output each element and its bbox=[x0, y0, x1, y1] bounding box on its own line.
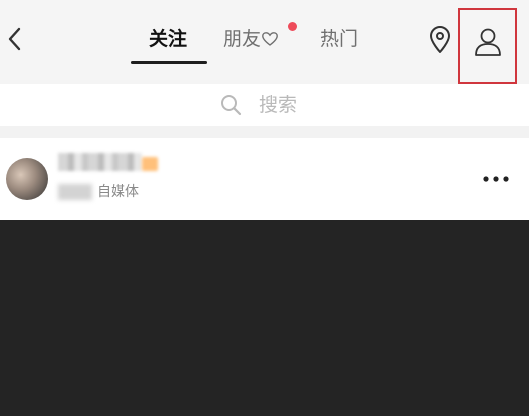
more-options-icon[interactable] bbox=[482, 176, 510, 182]
tab-follow-label: 关注 bbox=[149, 28, 188, 50]
notification-dot bbox=[288, 22, 297, 31]
person-icon[interactable] bbox=[474, 27, 502, 57]
profile-button-highlight[interactable] bbox=[458, 8, 517, 84]
post-subtitle: 自媒体 bbox=[97, 184, 139, 200]
tab-friends[interactable]: 朋友 bbox=[223, 27, 278, 51]
top-nav-bar: 关注 朋友 热门 bbox=[0, 0, 529, 84]
tab-hot[interactable]: 热门 bbox=[320, 27, 358, 51]
active-tab-underline bbox=[131, 61, 207, 64]
tab-follow[interactable]: 关注 bbox=[149, 27, 187, 51]
location-pin-icon[interactable] bbox=[428, 26, 452, 54]
search-placeholder[interactable]: 搜索 bbox=[259, 92, 297, 118]
search-icon bbox=[221, 95, 242, 116]
heart-icon bbox=[262, 32, 278, 46]
post-header bbox=[0, 138, 529, 220]
tab-hot-label: 热门 bbox=[320, 28, 359, 50]
avatar[interactable] bbox=[6, 158, 48, 200]
back-icon[interactable] bbox=[4, 24, 26, 54]
tab-friends-label: 朋友 bbox=[223, 28, 262, 50]
user-badge bbox=[142, 157, 158, 171]
video-player[interactable] bbox=[0, 220, 529, 416]
subtitle-blurred-prefix bbox=[58, 184, 92, 200]
divider bbox=[0, 126, 529, 138]
username-blurred[interactable] bbox=[58, 153, 142, 171]
